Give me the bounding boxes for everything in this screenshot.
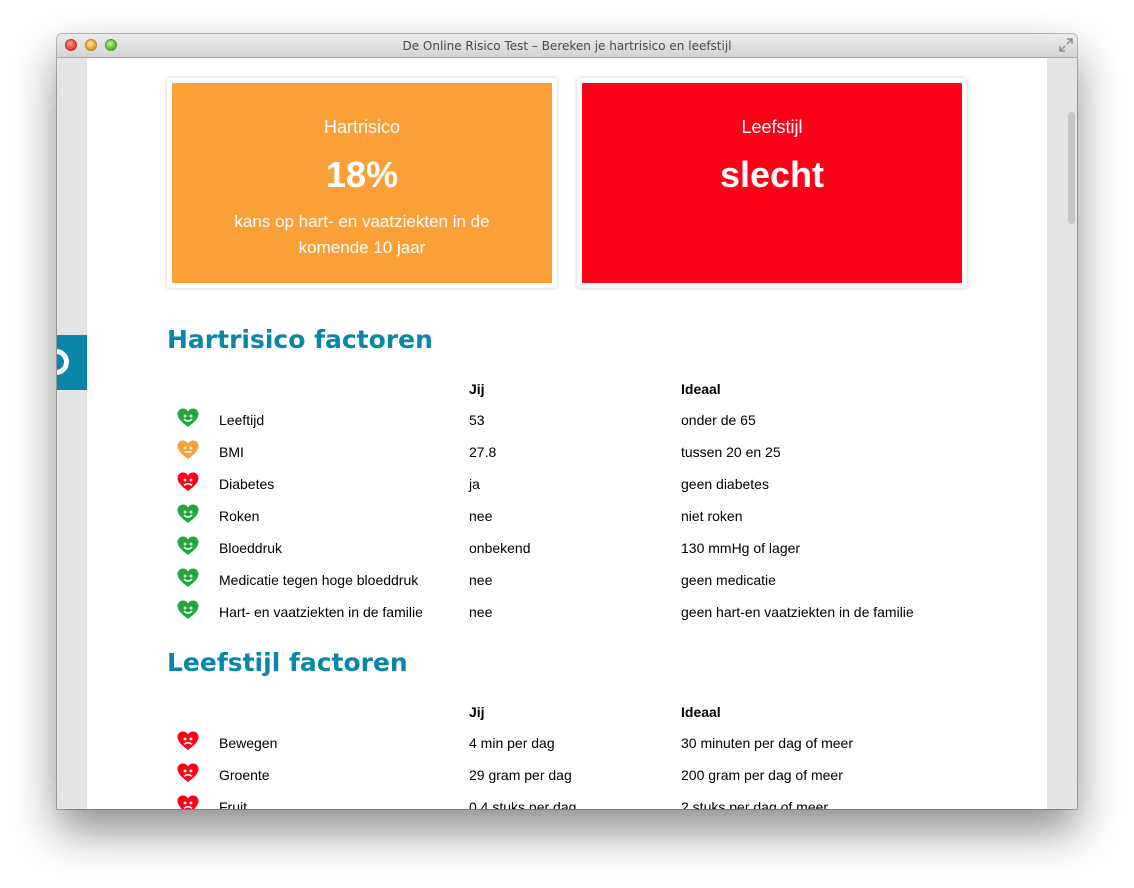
factor-your-value: 53 <box>469 412 485 428</box>
factor-name: Medicatie tegen hoge bloeddruk <box>219 572 419 588</box>
heart-risk-card: Hartrisico 18% kans op hart- en vaatziek… <box>167 78 557 288</box>
fullscreen-icon[interactable] <box>1059 38 1073 52</box>
risk-factor-row: BMI 27.8 tussen 20 en 25 <box>167 436 967 468</box>
smiley-heart-icon <box>177 600 199 620</box>
sad-heart-icon <box>177 731 199 751</box>
risk-factor-row: Hart- en vaatziekten in de familie nee gee… <box>167 596 967 628</box>
smiley-heart-icon <box>177 568 199 588</box>
factor-name: Groente <box>219 767 270 783</box>
risk-col-you-header: Jij <box>469 381 485 397</box>
sad-heart-icon <box>177 472 199 492</box>
left-page-margin <box>57 58 87 809</box>
lifestyle-label: Leefstijl <box>741 117 803 137</box>
factor-your-value: 29 gram per dag <box>469 767 572 783</box>
factor-your-value: 27.8 <box>469 444 497 460</box>
heart-risk-value: 18% <box>325 154 399 195</box>
lifestyle-col-ideal-header: Ideaal <box>681 704 721 720</box>
factor-your-value: nee <box>469 572 493 588</box>
factor-name: Diabetes <box>219 476 275 492</box>
factor-ideal-value: niet roken <box>681 508 743 524</box>
factor-your-value: 0.4 stuks per dag <box>469 799 577 809</box>
factor-name: Hart- en vaatziekten in de familie <box>219 604 423 620</box>
factor-your-value: onbekend <box>469 540 531 556</box>
neutral-heart-icon <box>177 440 199 460</box>
smiley-heart-icon <box>177 504 199 524</box>
factor-ideal-value: 130 mmHg of lager <box>681 540 801 556</box>
lifestyle-value: slecht <box>719 154 825 195</box>
factor-ideal-value: 200 gram per dag of meer <box>681 767 843 783</box>
page-content: Hartrisico 18% kans op hart- en vaatziek… <box>87 58 1047 809</box>
side-feedback-tab[interactable] <box>57 335 87 390</box>
risk-factor-row: Roken nee niet roken <box>167 500 967 532</box>
factor-name: Roken <box>219 508 260 524</box>
ring-icon <box>57 349 69 375</box>
factor-ideal-value: 2 stuks per dag of meer <box>681 799 829 809</box>
factor-ideal-value: geen diabetes <box>681 476 769 492</box>
factor-name: Fruit <box>219 799 247 809</box>
factor-ideal-value: onder de 65 <box>681 412 756 428</box>
factor-your-value: 4 min per dag <box>469 735 555 751</box>
lifestyle-col-you-header: Jij <box>469 704 485 720</box>
sad-heart-icon <box>177 763 199 783</box>
browser-window: De Online Risico Test – Bereken je hartr… <box>57 34 1077 809</box>
factor-name: Bewegen <box>219 735 278 751</box>
risk-factors-heading: Hartrisico factoren <box>167 325 433 354</box>
smiley-heart-icon <box>177 408 199 428</box>
factor-ideal-value: geen hart-en vaatziekten in de familie <box>681 604 914 620</box>
factor-ideal-value: geen medicatie <box>681 572 776 588</box>
risk-factor-row: Leeftijd 53 onder de 65 <box>167 404 967 436</box>
lifestyle-factor-row: Groente 29 gram per dag 200 gram per dag o… <box>167 759 967 791</box>
factor-your-value: nee <box>469 604 493 620</box>
vertical-scrollbar-thumb[interactable] <box>1068 112 1075 224</box>
title-bar: De Online Risico Test – Bereken je hartr… <box>57 34 1077 58</box>
factor-your-value: nee <box>469 508 493 524</box>
factor-name: Leeftijd <box>219 412 265 428</box>
factor-your-value: ja <box>469 476 480 492</box>
sad-heart-icon <box>177 795 199 809</box>
lifestyle-factors-heading: Leefstijl factoren <box>167 648 408 677</box>
factor-name: Bloeddruk <box>219 540 283 556</box>
right-page-margin <box>1047 58 1077 809</box>
factor-ideal-value: 30 minuten per dag of meer <box>681 735 853 751</box>
risk-factor-row: Bloeddruk onbekend 130 mmHg of lager <box>167 532 967 564</box>
factor-ideal-value: tussen 20 en 25 <box>681 444 781 460</box>
lifestyle-card: Leefstijl slecht <box>577 78 967 288</box>
factor-name: BMI <box>219 444 244 460</box>
heart-risk-label: Hartrisico <box>323 117 400 137</box>
smiley-heart-icon <box>177 536 199 556</box>
risk-col-ideal-header: Ideaal <box>681 381 721 397</box>
heart-risk-description: kans op hart- en vaatziekten in de komen… <box>234 212 490 257</box>
lifestyle-factor-row: Bewegen 4 min per dag 30 minuten per dag o… <box>167 727 967 759</box>
risk-factor-row: Diabetes ja geen diabetes <box>167 468 967 500</box>
risk-factor-row: Medicatie tegen hoge bloeddruk nee geen me… <box>167 564 967 596</box>
lifestyle-factor-row: Fruit 0.4 stuks per dag 2 stuks per dag of… <box>167 791 967 809</box>
window-title: De Online Risico Test – Bereken je hartr… <box>402 39 732 53</box>
